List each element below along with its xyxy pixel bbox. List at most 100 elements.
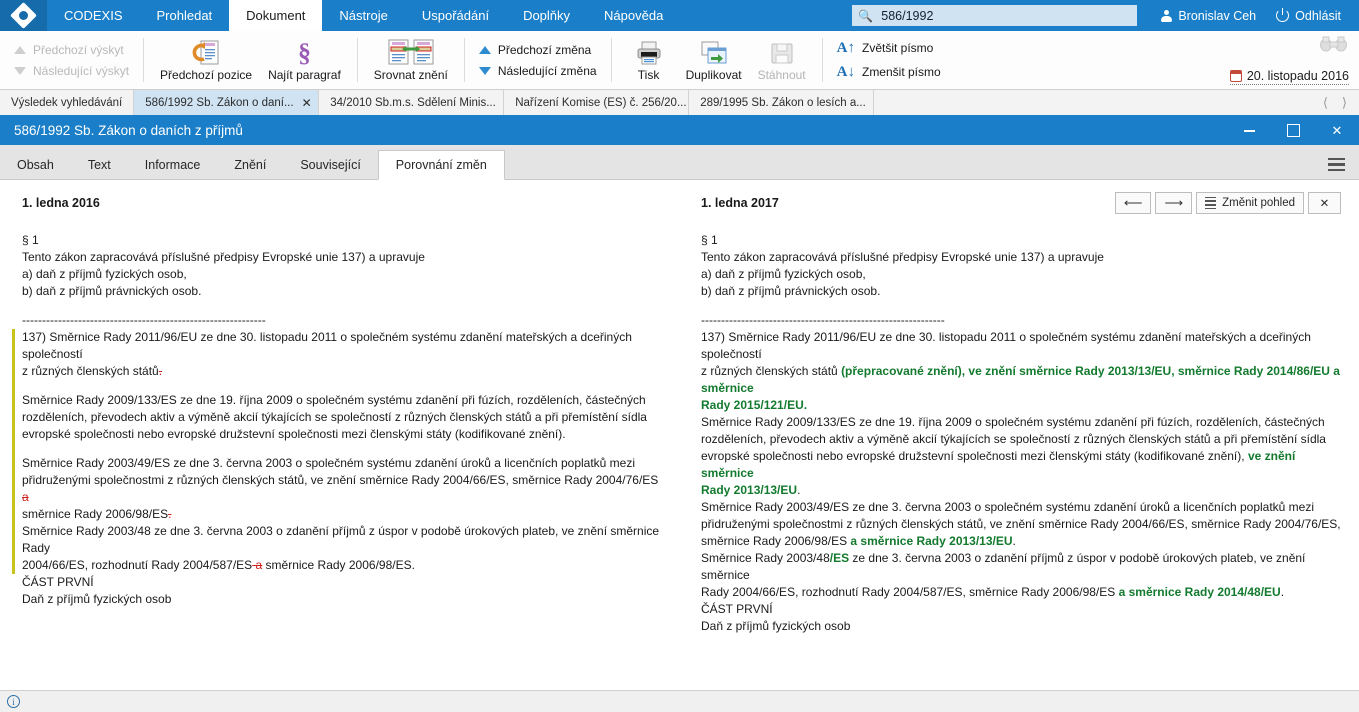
find-paragraph-button[interactable]: § Najít paragraf	[260, 31, 349, 89]
user-name: Bronislav Ceh	[1178, 8, 1257, 23]
logout-button[interactable]: Odhlásit	[1266, 8, 1351, 23]
triangle-down-icon	[478, 66, 491, 75]
close-icon[interactable]: ✕	[1315, 116, 1359, 145]
right-note49-line2: přidruženými společnostmi z různých člen…	[701, 517, 1341, 531]
effective-date-picker[interactable]: 20. listopadu 2016	[1229, 69, 1349, 85]
search-input[interactable]	[879, 7, 1132, 24]
right-divider: ----------------------------------------…	[701, 313, 945, 327]
change-view-button[interactable]: Změnit pohled	[1196, 192, 1304, 214]
ribbon-group-output: Tisk Duplikovat Stáhnout	[612, 31, 822, 89]
codexis-diamond-logo-icon	[10, 2, 37, 29]
left-note137-deleted: .	[158, 364, 163, 378]
menu-item-dokument[interactable]: Dokument	[229, 0, 323, 31]
list-lines-icon	[1205, 196, 1217, 210]
right-note48-text3: Rady 2004/66/ES, rozhodnutí Rady 2004/58…	[701, 585, 1119, 599]
left-note137-line2: z různých členských států.	[22, 363, 661, 380]
tab-zneni[interactable]: Znění	[217, 151, 283, 179]
right-note137-text: z různých členských států	[701, 364, 842, 378]
left-note48-text2: směrnice Rady 2006/98/ES.	[262, 558, 415, 572]
menu-item-nastroje[interactable]: Nástroje	[322, 0, 404, 31]
tab-souvisejici[interactable]: Související	[283, 151, 377, 179]
app-logo[interactable]	[0, 0, 47, 31]
hamburger-menu-icon[interactable]	[1328, 157, 1345, 171]
right-note49-period: .	[1012, 534, 1016, 548]
prev-occurrence-label: Předchozí výskyt	[33, 42, 124, 57]
next-occurrence-label: Následující výskyt	[33, 63, 130, 78]
comparison-content: 1. ledna 2016 § 1 Tento zákon zapracováv…	[0, 180, 1359, 690]
doctab-label: 34/2010 Sb.m.s. Sdělení Minis...	[330, 96, 496, 109]
doctab-close-icon[interactable]: ✕	[302, 96, 312, 110]
left-document-body: § 1 Tento zákon zapracovává příslušné př…	[12, 232, 661, 608]
maximize-icon[interactable]	[1271, 116, 1315, 145]
doctab-34-2010[interactable]: 34/2010 Sb.m.s. Sdělení Minis...	[319, 90, 505, 115]
compare-column-right: 1. ledna 2017 ⟵ ⟶ Změnit pohled ✕ § 1 Te…	[679, 180, 1359, 690]
download-button[interactable]: Stáhnout	[750, 31, 814, 89]
right-note133-text: evropské společnosti nebo evropské družs…	[701, 449, 1248, 463]
power-icon	[1276, 8, 1290, 22]
chevron-right-icon[interactable]: ⟩	[1342, 95, 1347, 111]
prev-position-button[interactable]: Předchozí pozice	[152, 31, 260, 89]
prev-change-button[interactable]: Předchozí změna	[473, 41, 603, 59]
left-item-a: a) daň z příjmů fyzických osob,	[22, 267, 187, 281]
duplicate-button[interactable]: Duplikovat	[678, 31, 750, 89]
binoculars-icon[interactable]	[1319, 36, 1349, 55]
tab-informace[interactable]: Informace	[128, 151, 218, 179]
left-note49-text: přidruženými společnostmi z různých člen…	[22, 473, 659, 487]
duplicate-window-icon	[700, 38, 728, 66]
arrow-right-icon: ⟶	[1164, 195, 1184, 210]
user-account[interactable]: Bronislav Ceh	[1151, 9, 1266, 23]
tab-text[interactable]: Text	[71, 151, 128, 179]
person-icon	[1161, 9, 1173, 22]
compare-versions-button[interactable]: Srovnat znění	[366, 31, 456, 89]
menu-item-napoveda[interactable]: Nápověda	[587, 0, 680, 31]
doctab-search-results[interactable]: Výsledek vyhledávání	[0, 90, 135, 115]
minimize-icon[interactable]	[1227, 116, 1271, 145]
info-icon[interactable]: i	[7, 695, 20, 708]
left-note48-line2: 2004/66/ES, rozhodnutí Rady 2004/587/ES …	[22, 557, 661, 574]
compare-close-button[interactable]: ✕	[1308, 192, 1341, 214]
main-menubar: CODEXIS Prohledat Dokument Nástroje Uspo…	[0, 0, 1359, 31]
decrease-font-button[interactable]: A↓ Zmenšit písmo	[831, 62, 947, 83]
menu-item-usporadani[interactable]: Uspořádání	[405, 0, 506, 31]
doctab-586-1992[interactable]: 586/1992 Sb. Zákon o daní... ✕	[134, 90, 320, 115]
prev-occurrence-button[interactable]: Předchozí výskyt	[8, 41, 135, 59]
left-section-number: § 1	[22, 233, 39, 247]
doctab-289-1995[interactable]: 289/1995 Sb. Zákon o lesích a...	[689, 90, 875, 115]
find-paragraph-label: Najít paragraf	[268, 68, 341, 82]
left-note133-line2: rozděleních, převodech aktiv a výměně ak…	[22, 410, 647, 424]
doctab-narizeni-komise[interactable]: Nařízení Komise (ES) č. 256/20...	[504, 90, 690, 115]
compare-prev-button[interactable]: ⟵	[1114, 192, 1152, 214]
left-note48-text: 2004/66/ES, rozhodnutí Rady 2004/587/ES	[22, 558, 253, 572]
menu-item-prohledat[interactable]: Prohledat	[140, 0, 230, 31]
logout-label: Odhlásit	[1295, 8, 1341, 23]
document-tabstrip: Výsledek vyhledávání 586/1992 Sb. Zákon …	[0, 90, 1359, 116]
compare-next-button[interactable]: ⟶	[1155, 192, 1193, 214]
menu-item-doplnky[interactable]: Doplňky	[506, 0, 587, 31]
arrow-left-icon: ⟵	[1123, 195, 1143, 210]
document-window-title: 586/1992 Sb. Zákon o daních z příjmů	[14, 123, 243, 138]
left-note48-deleted: a	[252, 558, 263, 572]
chevron-left-icon[interactable]: ⟨	[1323, 95, 1328, 111]
next-change-button[interactable]: Následující změna	[473, 62, 603, 80]
print-button[interactable]: Tisk	[620, 31, 678, 89]
left-note49-deleted-1: a	[22, 490, 29, 504]
tab-porovnani-zmen[interactable]: Porovnání změn	[377, 150, 505, 180]
window-controls: ✕	[1227, 116, 1359, 145]
increase-font-button[interactable]: A↑ Zvětšit písmo	[831, 38, 947, 59]
triangle-up-icon	[478, 45, 491, 54]
right-note133-line3: evropské společnosti nebo evropské družs…	[701, 448, 1341, 482]
compare-controls: ⟵ ⟶ Změnit pohled ✕	[1114, 192, 1341, 214]
document-back-arrow-icon	[192, 38, 220, 66]
printer-icon	[635, 38, 663, 66]
next-occurrence-button[interactable]: Následující výskyt	[8, 62, 135, 80]
doctab-label: 586/1992 Sb. Zákon o daní...	[145, 96, 294, 109]
tab-obsah[interactable]: Obsah	[0, 151, 71, 179]
duplicate-label: Duplikovat	[685, 68, 742, 82]
menubar-right: 🔍 Bronislav Ceh Odhlásit	[852, 0, 1359, 31]
menu-item-codexis[interactable]: CODEXIS	[47, 0, 140, 31]
ribbon-group-font: A↑ Zvětšit písmo A↓ Zmenšit písmo	[823, 31, 955, 89]
search-box[interactable]: 🔍	[852, 5, 1138, 26]
ribbon-right-area: 20. listopadu 2016	[1229, 31, 1359, 89]
right-note133-line4: Rady 2013/13/EU.	[701, 482, 1341, 499]
